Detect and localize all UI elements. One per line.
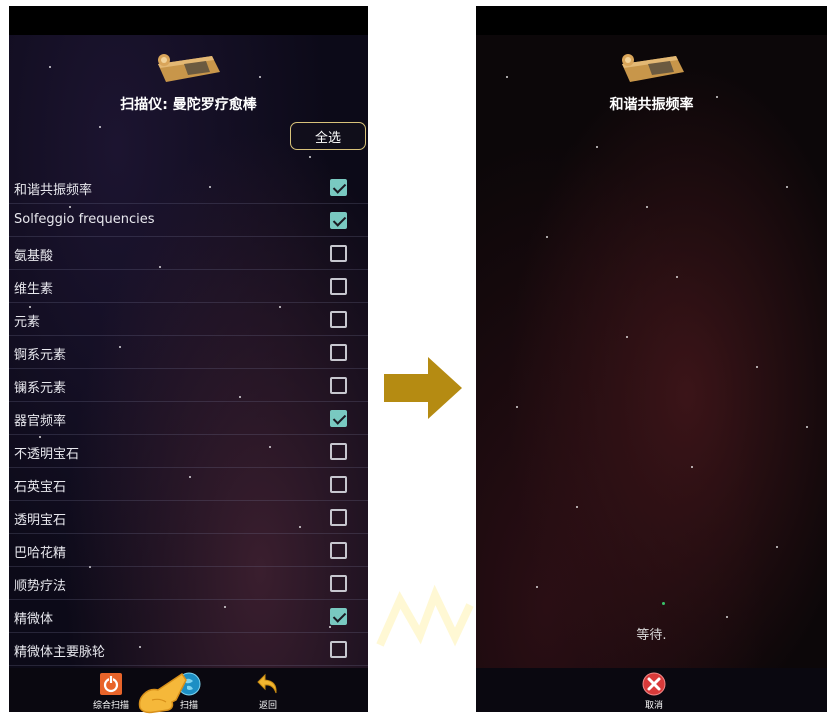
- list-item[interactable]: 器官频率: [9, 402, 368, 435]
- checkbox[interactable]: [330, 311, 347, 328]
- list-item-label: Solfeggio frequencies: [14, 212, 155, 227]
- checkbox[interactable]: [330, 509, 347, 526]
- list-item[interactable]: 不透明宝石: [9, 435, 368, 468]
- waiting-status-text: 等待.: [636, 628, 667, 643]
- list-item-label: 锕系元素: [14, 348, 67, 363]
- list-item-label: 氨基酸: [14, 249, 54, 264]
- checkbox[interactable]: [330, 542, 347, 559]
- checkbox[interactable]: [330, 245, 347, 262]
- list-item-label: 和谐共振频率: [14, 183, 93, 198]
- list-item[interactable]: Solfeggio frequencies: [9, 204, 368, 237]
- list-item[interactable]: 精微体主要脉轮: [9, 633, 368, 666]
- list-item-label: 精微体主要脉轮: [14, 645, 106, 660]
- list-item-label: 精微体: [14, 612, 54, 627]
- screen-title: 扫描仪: 曼陀罗疗愈棒: [120, 97, 257, 113]
- list-item[interactable]: 巴哈花精: [9, 534, 368, 567]
- list-item-label: 巴哈花精: [14, 546, 67, 561]
- checkbox[interactable]: [330, 212, 347, 229]
- list-item[interactable]: 镧系元素: [9, 369, 368, 402]
- list-item-label: 石英宝石: [14, 480, 67, 495]
- list-item-label: 顺势疗法: [14, 579, 67, 594]
- combined-scan-icon: [100, 673, 122, 695]
- scan-category-list: 和谐共振频率 Solfeggio frequencies 氨基酸 维生素 元素 …: [9, 171, 368, 666]
- scanning-screen: 和谐共振频率 等待. 取消: [476, 6, 827, 712]
- checkbox[interactable]: [330, 608, 347, 625]
- checkbox[interactable]: [330, 443, 347, 460]
- list-item-label: 维生素: [14, 282, 54, 297]
- list-item[interactable]: 元素: [9, 303, 368, 336]
- checkbox[interactable]: [330, 641, 347, 658]
- checkbox[interactable]: [330, 278, 347, 295]
- list-item[interactable]: 顺势疗法: [9, 567, 368, 600]
- list-item-label: 不透明宝石: [14, 447, 80, 462]
- scanner-screen: 扫描仪: 曼陀罗疗愈棒 全选 和谐共振频率 Solfeggio frequenc…: [9, 6, 368, 712]
- list-item-label: 器官频率: [14, 414, 67, 429]
- checkbox[interactable]: [330, 377, 347, 394]
- list-item[interactable]: 石英宝石: [9, 468, 368, 501]
- pointing-hand-icon: [138, 672, 187, 714]
- healing-wand-device-icon: [158, 54, 220, 82]
- combined-scan-button[interactable]: 综合扫描: [87, 672, 135, 711]
- combined-scan-label: 综合扫描: [92, 701, 129, 711]
- back-label: 返回: [258, 701, 277, 711]
- decorative-glow: [376, 584, 474, 647]
- list-item[interactable]: 精微体: [9, 600, 368, 633]
- list-item-label: 元素: [14, 315, 41, 330]
- list-item[interactable]: 透明宝石: [9, 501, 368, 534]
- checkbox[interactable]: [330, 410, 347, 427]
- list-item[interactable]: 维生素: [9, 270, 368, 303]
- checkbox[interactable]: [330, 476, 347, 493]
- list-item-label: 透明宝石: [14, 513, 67, 528]
- transition-arrow-icon: [384, 357, 462, 419]
- list-item[interactable]: 锕系元素: [9, 336, 368, 369]
- select-all-button[interactable]: 全选: [290, 122, 366, 150]
- list-item[interactable]: 和谐共振频率: [9, 171, 368, 204]
- back-button[interactable]: 返回: [248, 672, 288, 711]
- progress-indicator-dot: [662, 602, 665, 605]
- cancel-label: 取消: [644, 701, 663, 711]
- bottom-nav-bar: 综合扫描 扫描 返回: [9, 668, 368, 712]
- cancel-x-icon: [642, 672, 666, 696]
- back-arrow-icon: [257, 673, 277, 694]
- checkbox[interactable]: [330, 179, 347, 196]
- checkbox[interactable]: [330, 344, 347, 361]
- checkbox[interactable]: [330, 575, 347, 592]
- list-item[interactable]: 氨基酸: [9, 237, 368, 270]
- list-item-label: 镧系元素: [14, 381, 67, 396]
- screen-title: 和谐共振频率: [609, 97, 694, 113]
- healing-wand-device-icon: [622, 54, 684, 82]
- cancel-button[interactable]: 取消: [634, 672, 674, 711]
- bottom-nav-bar: 取消: [476, 668, 827, 712]
